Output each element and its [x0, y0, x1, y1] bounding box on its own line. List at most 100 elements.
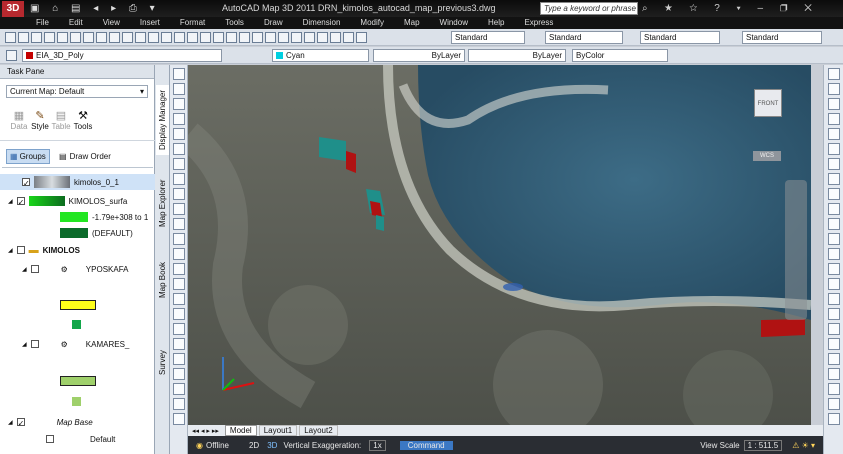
- tab-model[interactable]: Model: [224, 425, 257, 436]
- menu-map[interactable]: Map: [404, 17, 420, 29]
- menu-view[interactable]: View: [103, 17, 120, 29]
- move-tool-icon[interactable]: [172, 398, 185, 410]
- group-visibility-checkbox[interactable]: [16, 246, 25, 254]
- spline-tool-icon[interactable]: [172, 173, 185, 185]
- drawing-viewport[interactable]: FRONT WCS: [188, 65, 811, 425]
- color-dropdown[interactable]: Cyan: [272, 49, 369, 62]
- menu-help[interactable]: Help: [488, 17, 504, 29]
- tool-24-icon[interactable]: [827, 413, 840, 425]
- tool-3-icon[interactable]: [827, 98, 840, 110]
- table-tool[interactable]: ▤ Table: [51, 109, 71, 131]
- arc-tool-icon[interactable]: [172, 128, 185, 140]
- wcs-menu[interactable]: WCS: [753, 151, 781, 161]
- layer-dropdown[interactable]: EIA_3D_Poly: [22, 49, 222, 62]
- text-style-dropdown[interactable]: Standard: [451, 31, 525, 44]
- table-style-dropdown[interactable]: Standard: [640, 31, 720, 44]
- tool-1-icon[interactable]: [827, 68, 840, 80]
- infocenter-icons[interactable]: ⌕ ★ ☆ ? ▾ – ❐ ✕: [642, 3, 819, 14]
- tab-layout2[interactable]: Layout2: [299, 425, 338, 436]
- menu-window[interactable]: Window: [440, 17, 468, 29]
- revcloud-tool-icon[interactable]: [172, 158, 185, 170]
- table-tool-icon[interactable]: [172, 293, 185, 305]
- region-tool-icon[interactable]: [172, 278, 185, 290]
- layer-visibility-checkbox[interactable]: [46, 435, 54, 443]
- tool-23-icon[interactable]: [827, 398, 840, 410]
- offset-tool-icon[interactable]: [172, 368, 185, 380]
- rotate-tool-icon[interactable]: [172, 413, 185, 425]
- layer-row-yposkafa[interactable]: ◢ ⚙ YPOSKAFA: [0, 261, 155, 277]
- gradient-tool-icon[interactable]: [172, 263, 185, 275]
- layer-row-surface[interactable]: ◢ ✓ KIMOLOS_surfa: [0, 193, 155, 209]
- tool-20-icon[interactable]: [827, 353, 840, 365]
- group-visibility-checkbox[interactable]: ✓: [16, 418, 25, 428]
- dim-style-dropdown[interactable]: Standard: [545, 31, 623, 44]
- layer-visibility-checkbox[interactable]: ✓: [16, 197, 25, 207]
- quick-access-toolbar[interactable]: ▣ ⌂ ▤ ◂ ▸ ⎙ ▾: [30, 3, 160, 14]
- menu-format[interactable]: Format: [180, 17, 205, 29]
- collapse-icon[interactable]: ◢: [22, 266, 27, 273]
- tool-21-icon[interactable]: [827, 368, 840, 380]
- ellipse-tool-icon[interactable]: [172, 188, 185, 200]
- tool-9-icon[interactable]: [827, 188, 840, 200]
- collapse-icon[interactable]: ◢: [8, 198, 13, 205]
- menu-file[interactable]: File: [36, 17, 49, 29]
- layer-row-kimolos[interactable]: ✓ kimolos_0_1: [0, 174, 155, 190]
- collapse-icon[interactable]: ◢: [22, 341, 27, 348]
- mtext-tool-icon[interactable]: [172, 308, 185, 320]
- array-tool-icon[interactable]: [172, 383, 185, 395]
- draw-order-button[interactable]: ▤ Draw Order: [56, 149, 126, 164]
- tool-15-icon[interactable]: [827, 278, 840, 290]
- insert-block-icon[interactable]: [172, 203, 185, 215]
- plotstyle-dropdown[interactable]: ByColor: [572, 49, 668, 62]
- tool-19-icon[interactable]: [827, 338, 840, 350]
- app-logo[interactable]: 3D: [2, 1, 24, 17]
- tool-8-icon[interactable]: [827, 173, 840, 185]
- tab-nav-arrows[interactable]: ◂◂ ◂ ▸ ▸▸: [192, 427, 219, 435]
- menu-draw[interactable]: Draw: [264, 17, 283, 29]
- mleader-style-dropdown[interactable]: Standard: [742, 31, 822, 44]
- tool-4-icon[interactable]: [827, 113, 840, 125]
- mirror-tool-icon[interactable]: [172, 353, 185, 365]
- tool-7-icon[interactable]: [827, 158, 840, 170]
- tab-display-manager[interactable]: Display Manager: [156, 85, 169, 155]
- layer-visibility-checkbox[interactable]: [30, 265, 39, 273]
- point-tool-icon[interactable]: [172, 233, 185, 245]
- hatch-tool-icon[interactable]: [172, 248, 185, 260]
- tool-2-icon[interactable]: [827, 83, 840, 95]
- command-button[interactable]: Command: [399, 440, 453, 450]
- vertical-exaggeration-value[interactable]: 1x: [369, 439, 386, 451]
- tool-6-icon[interactable]: [827, 143, 840, 155]
- groups-button[interactable]: ▦ Groups: [6, 149, 50, 164]
- group-row-kimolos[interactable]: ◢ ▬ KIMOLOS: [0, 242, 155, 258]
- layer-visibility-checkbox[interactable]: [30, 340, 39, 348]
- tools-tool[interactable]: ⚒ Tools: [73, 109, 93, 131]
- make-block-icon[interactable]: [172, 218, 185, 230]
- standard-tools[interactable]: [0, 31, 368, 43]
- menu-dimension[interactable]: Dimension: [303, 17, 341, 29]
- layer-row-kamares[interactable]: ◢ ⚙ KAMARES_: [0, 336, 155, 352]
- collapse-icon[interactable]: ◢: [8, 247, 13, 254]
- circle-tool-icon[interactable]: [172, 143, 185, 155]
- tool-10-icon[interactable]: [827, 203, 840, 215]
- polyline-tool-icon[interactable]: [172, 83, 185, 95]
- copy-tool-icon[interactable]: [172, 338, 185, 350]
- data-tool[interactable]: ▦ Data: [10, 109, 28, 131]
- layer-manager-icon[interactable]: [6, 49, 17, 61]
- menu-insert[interactable]: Insert: [140, 17, 160, 29]
- tool-11-icon[interactable]: [827, 218, 840, 230]
- tool-18-icon[interactable]: [827, 323, 840, 335]
- linetype-dropdown[interactable]: ByLayer: [373, 49, 465, 62]
- tool-14-icon[interactable]: [827, 263, 840, 275]
- status-tray-icons[interactable]: ⚠ ☀ ▾: [792, 441, 815, 450]
- mode-2d-button[interactable]: 2D: [249, 441, 259, 450]
- layer-row-default[interactable]: Default: [0, 431, 155, 447]
- layer-visibility-checkbox[interactable]: ✓: [22, 178, 30, 188]
- viewcube[interactable]: FRONT: [754, 89, 782, 117]
- rectangle-tool-icon[interactable]: [172, 113, 185, 125]
- tab-survey[interactable]: Survey: [156, 343, 169, 383]
- style-tool[interactable]: ✎ Style: [31, 109, 49, 131]
- tab-map-explorer[interactable]: Map Explorer: [156, 173, 169, 233]
- mode-3d-button[interactable]: 3D: [267, 441, 277, 450]
- polygon-tool-icon[interactable]: [172, 98, 185, 110]
- erase-tool-icon[interactable]: [172, 323, 185, 335]
